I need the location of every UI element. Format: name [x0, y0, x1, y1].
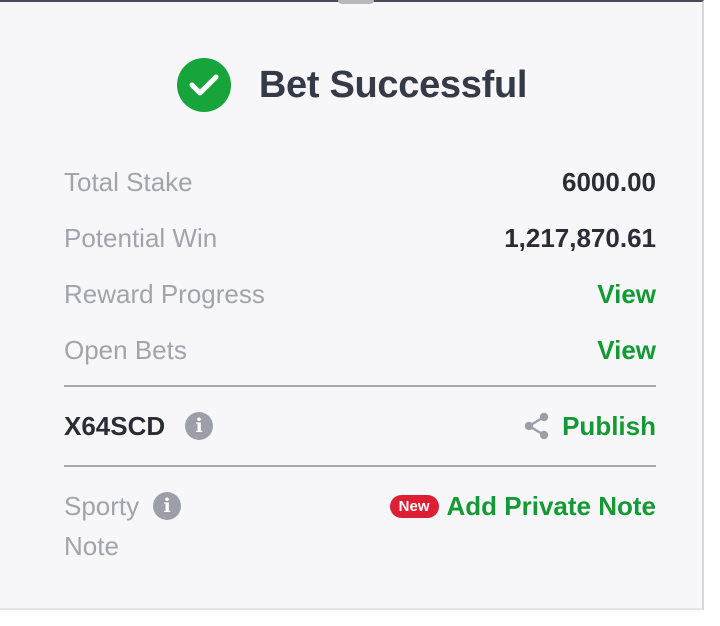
info-icon[interactable]: i — [153, 492, 182, 520]
info-icon[interactable]: i — [185, 412, 214, 440]
sporty-note-label: Sporty Note — [64, 491, 140, 561]
potential-win-value: 1,217,870.61 — [504, 222, 656, 253]
share-icon — [524, 412, 549, 440]
booking-code: X64SCD — [64, 410, 166, 441]
open-bets-view-link[interactable]: View — [597, 335, 656, 366]
total-stake-label: Total Stake — [64, 166, 193, 197]
add-private-note-button[interactable]: New Add Private Note — [389, 486, 657, 526]
booking-code-group: X64SCD i — [64, 410, 214, 442]
publish-button[interactable]: Publish — [522, 411, 656, 442]
open-bets-label: Open Bets — [64, 334, 187, 365]
open-bets-row: Open Bets View — [64, 330, 656, 370]
divider — [64, 385, 656, 387]
drag-handle[interactable] — [338, 0, 374, 4]
publish-label: Publish — [562, 410, 656, 441]
page-title: Bet Successful — [258, 63, 528, 106]
add-private-note-label: Add Private Note — [446, 490, 657, 521]
sporty-note-row: Sporty Note i New Add Private Note — [64, 486, 656, 566]
bet-success-panel: Bet Successful Total Stake 6000.00 Poten… — [0, 0, 704, 610]
success-header: Bet Successful — [0, 58, 704, 112]
check-circle-icon — [176, 58, 231, 112]
new-badge: New — [389, 494, 439, 518]
total-stake-value: 6000.00 — [562, 166, 656, 197]
booking-code-row: X64SCD i Publish — [64, 406, 656, 446]
reward-progress-label: Reward Progress — [64, 278, 265, 309]
sporty-note-label-group: Sporty Note i — [64, 486, 182, 566]
divider — [64, 465, 656, 467]
potential-win-label: Potential Win — [64, 222, 218, 253]
total-stake-row: Total Stake 6000.00 — [64, 162, 656, 202]
potential-win-row: Potential Win 1,217,870.61 — [64, 218, 656, 258]
reward-progress-view-link[interactable]: View — [597, 279, 656, 310]
reward-progress-row: Reward Progress View — [64, 274, 656, 314]
